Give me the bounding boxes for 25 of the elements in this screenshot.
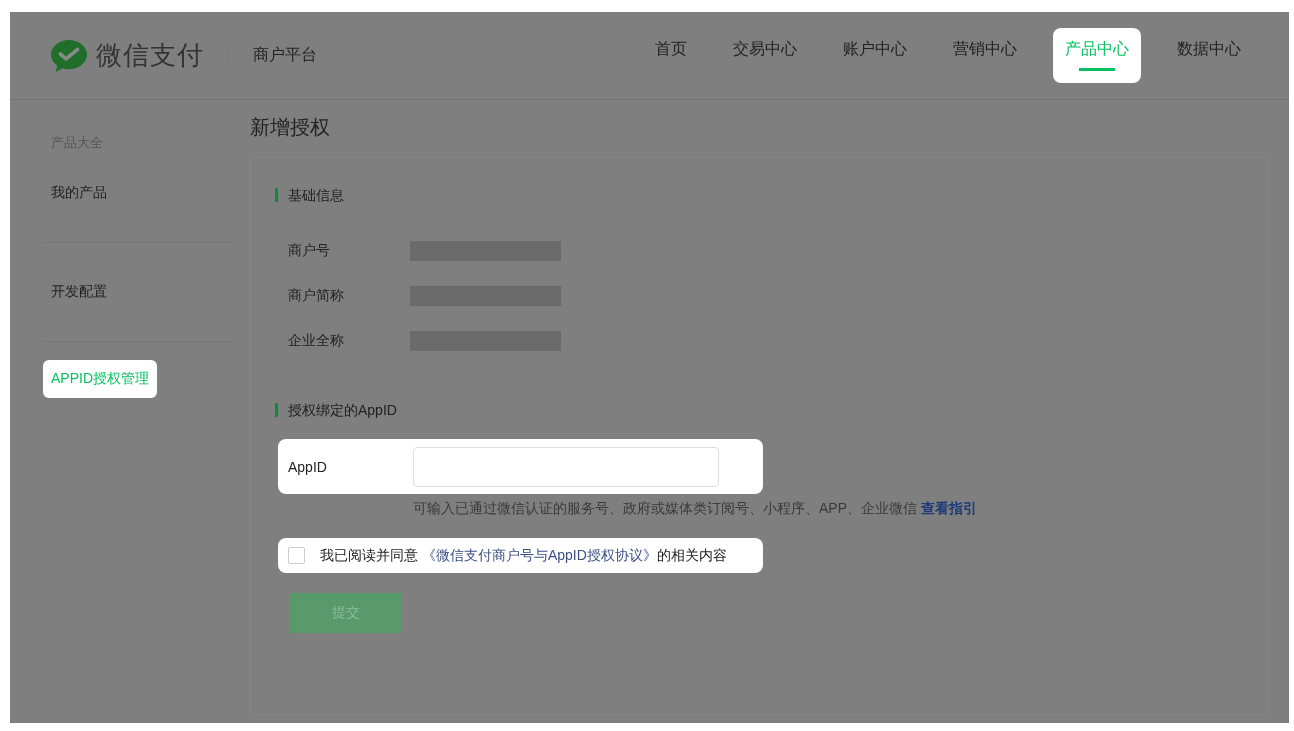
field-label: 商户简称 bbox=[288, 286, 345, 305]
nav-tab[interactable]: 产品中心 bbox=[1053, 28, 1141, 83]
sidebar-item[interactable]: 开发配置 bbox=[43, 273, 115, 311]
platform-name: 商户平台 bbox=[253, 45, 317, 65]
agreement-checkbox[interactable] bbox=[288, 547, 305, 564]
section-title: 授权绑定的AppID bbox=[275, 403, 1267, 417]
nav-tab[interactable]: 账户中心 bbox=[833, 28, 917, 83]
nav-tab[interactable]: 数据中心 bbox=[1167, 28, 1251, 83]
nav-tab[interactable]: 交易中心 bbox=[723, 28, 807, 83]
nav-tab[interactable]: 营销中心 bbox=[943, 28, 1027, 83]
agreement-link[interactable]: 《微信支付商户号与AppID授权协议》 bbox=[421, 546, 657, 563]
field-label: 商户号 bbox=[288, 241, 331, 260]
page-title: 新增授权 bbox=[250, 115, 331, 140]
field-label: AppID bbox=[288, 458, 328, 475]
sidebar-item[interactable]: APPID授权管理 bbox=[43, 360, 157, 398]
agreement-text: 我已阅读并同意 《微信支付商户号与AppID授权协议》的相关内容 bbox=[320, 546, 727, 565]
nav-tab[interactable]: 首页 bbox=[645, 28, 697, 83]
chat-check-logo-icon bbox=[50, 37, 88, 74]
guide-link[interactable]: 查看指引 bbox=[920, 500, 977, 516]
brand-name: 微信支付 bbox=[96, 39, 204, 72]
appid-input-field[interactable] bbox=[413, 446, 719, 487]
sidebar-item[interactable]: 我的产品 bbox=[43, 174, 115, 212]
field-label: 企业全称 bbox=[288, 331, 345, 350]
section-title: 基础信息 bbox=[275, 188, 1267, 202]
hint-text: 可输入已通过微信认证的服务号、政府或媒体类订阅号、小程序、APP、企业微信 查看指引 bbox=[413, 500, 978, 518]
